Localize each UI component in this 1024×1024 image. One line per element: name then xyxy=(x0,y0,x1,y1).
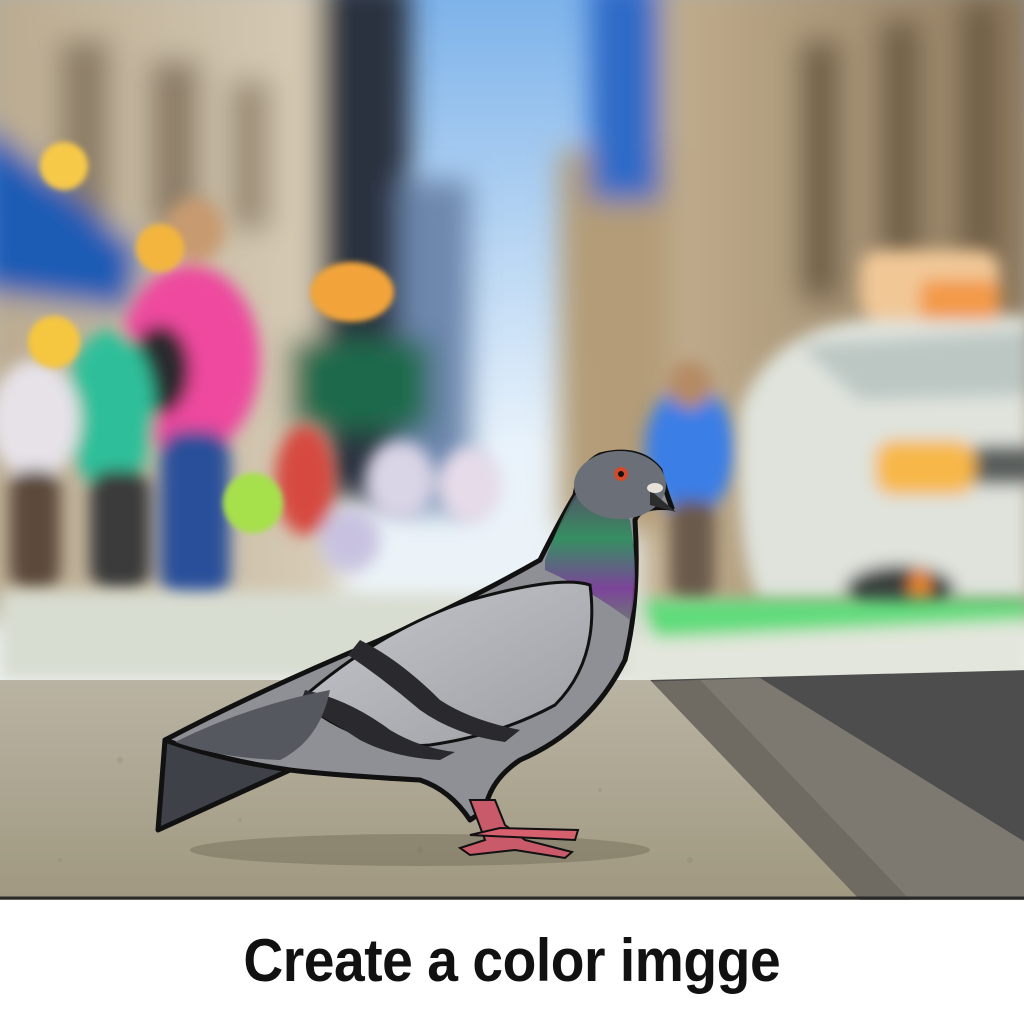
caption-text: Create a color imgge xyxy=(243,926,781,994)
image-frame: Create a color imgge xyxy=(0,0,1024,1024)
caption-band: Create a color imgge xyxy=(0,900,1024,1024)
street-photo xyxy=(0,0,1024,900)
